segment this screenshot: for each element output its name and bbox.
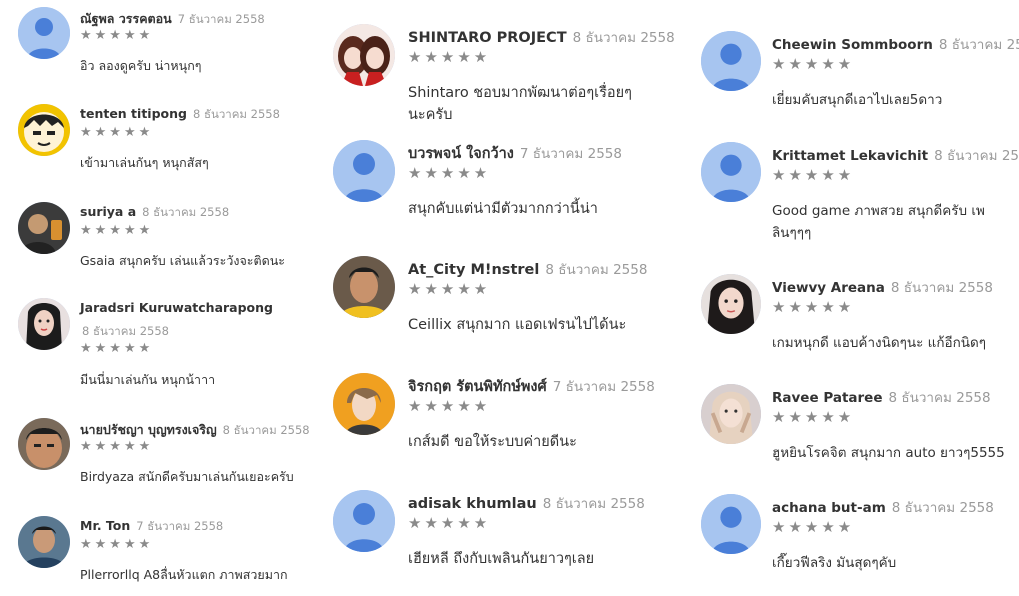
review-date: 8 ธันวาคม 2558 [890, 280, 993, 296]
star-rating: ★★★★★ [772, 518, 855, 536]
user-photo[interactable] [701, 274, 761, 334]
reviewer-name[interactable]: Krittamet Lekavichit8 ธันวาคม 2558 [772, 144, 1019, 166]
reviewer-name[interactable]: Cheewin Sommboorn8 ธันวาคม 2558 [772, 33, 1019, 55]
review-date: 7 ธันวาคม 2558 [136, 519, 224, 533]
review-text: เยี่ยมคับสนุกดีเอาไปเลย5ดาว [772, 92, 943, 108]
review-date: 7 ธันวาคม 2558 [177, 12, 265, 26]
reviewer-name[interactable]: Viewvy Areana 8 ธันวาคม 2558 [772, 276, 993, 298]
review-text: Pllerrorllq A8ลื่นหัวแตก ภาพสวยมาก [80, 567, 288, 582]
review-text: Birdyaza สนักดีครับมาเล่นกันเยอะครับ [80, 469, 294, 484]
review-date: 8 ธันวาคม 2558 [934, 148, 1019, 164]
star-rating: ★★★★★ [408, 280, 491, 298]
default-avatar-icon[interactable] [701, 494, 761, 554]
reviewer-name[interactable]: adisak khumlau 8 ธันวาคม 2558 [408, 492, 645, 514]
reviewer-name[interactable]: Jaradsri Kuruwatcharapong [80, 300, 273, 315]
anime-avatar-photo[interactable] [333, 24, 395, 86]
star-rating: ★★★★★ [772, 166, 855, 184]
user-photo[interactable] [18, 202, 70, 254]
user-photo[interactable] [333, 373, 395, 435]
review-text: เกี๊ยวฟีลริง มันสุดๆคับ [772, 555, 897, 571]
review-date: 8 ธันวาคม 2558 [542, 496, 645, 512]
reviewer-name[interactable]: จิรกฤต รัตนพิทักษ์พงศ์ 7 ธันวาคม 2558 [408, 375, 655, 398]
reviewer-name[interactable]: suriya a8 ธันวาคม 2558 [80, 204, 229, 222]
review-date-line: 8 ธันวาคม 2558 [80, 323, 169, 341]
default-avatar-icon[interactable] [18, 7, 70, 59]
reviewer-name[interactable]: At_City M!nstrel 8 ธันวาคม 2558 [408, 258, 647, 280]
user-photo[interactable] [18, 298, 70, 350]
star-rating: ★★★★★ [408, 397, 491, 415]
star-rating: ★★★★★ [80, 439, 154, 454]
star-rating: ★★★★★ [772, 408, 855, 426]
star-rating: ★★★★★ [80, 341, 154, 356]
star-rating: ★★★★★ [772, 55, 855, 73]
review-text: Ceillix สนุกมาก แอดเฟรนไปได้นะ [408, 317, 627, 333]
review-date: 7 ธันวาคม 2558 [552, 379, 655, 395]
review-text: สนุกคับแต่น่ามีตัวมากกว่านี้น่า [408, 201, 598, 217]
review-text: Shintaro ชอบมากพัฒนาต่อๆเรื่อยๆนะครับ [408, 85, 632, 123]
review-date: 8 ธันวาคม 2558 [938, 37, 1019, 53]
star-rating: ★★★★★ [408, 48, 491, 66]
review-date: 8 ธันวาคม 2558 [222, 423, 310, 437]
star-rating: ★★★★★ [80, 223, 154, 238]
star-rating: ★★★★★ [772, 298, 855, 316]
review-text: Gsaia สนุกครับ เล่นแล้วระวังจะติดนะ [80, 253, 285, 268]
review-date: 7 ธันวาคม 2558 [519, 146, 622, 162]
review-text: เฮียหลี ถึงกับเพลินกันยาวๆเลย [408, 551, 595, 567]
user-photo[interactable] [18, 516, 70, 568]
review-text: อิว ลองดูครับ น่าหนุกๆ [80, 58, 202, 73]
default-avatar-icon[interactable] [333, 490, 395, 552]
default-avatar-icon[interactable] [701, 31, 761, 91]
review-date: 8 ธันวาคม 2558 [192, 107, 280, 121]
review-date: 8 ธันวาคม 2558 [82, 324, 169, 338]
review-text: Good game ภาพสวย สนุกดีครับ เพลินๆๆๆ [772, 203, 985, 241]
user-photo[interactable] [18, 418, 70, 470]
review-date: 8 ธันวาคม 2558 [545, 262, 648, 278]
star-rating: ★★★★★ [408, 514, 491, 532]
default-avatar-icon[interactable] [701, 142, 761, 202]
cartoon-avatar-photo[interactable] [18, 104, 70, 156]
review-date: 8 ธันวาคม 2558 [891, 500, 994, 516]
star-rating: ★★★★★ [408, 164, 491, 182]
star-rating: ★★★★★ [80, 537, 154, 552]
reviewer-name[interactable]: SHINTARO PROJECT 8 ธันวาคม 2558 [408, 26, 675, 48]
review-text: เกมหนุกดี แอบค้างนิดๆนะ แก้อีกนิดๆ [772, 335, 987, 351]
review-text: มีนนี่มาเล่นกัน หนุกน้าาา [80, 372, 216, 387]
default-avatar-icon[interactable] [333, 140, 395, 202]
review-text: เกส์มดี ขอให้ระบบค่ายดีนะ [408, 434, 577, 450]
review-date: 8 ธันวาคม 2558 [142, 205, 230, 219]
review-date: 8 ธันวาคม 2558 [888, 390, 991, 406]
reviewer-name[interactable]: นายปรัชญา บุญทรงเจริญ 8 ธันวาคม 2558 [80, 420, 310, 440]
reviewer-name[interactable]: achana but-am 8 ธันวาคม 2558 [772, 496, 994, 518]
review-text: ฮูหยินโรคจิต สนุกมาก auto ยาวๆ5555 [772, 445, 1005, 461]
reviewer-name[interactable]: Mr. Ton 7 ธันวาคม 2558 [80, 518, 223, 536]
reviewer-name[interactable]: tenten titipong 8 ธันวาคม 2558 [80, 106, 280, 124]
star-rating: ★★★★★ [80, 125, 154, 140]
reviewer-name[interactable]: ณัฐพล วรรคตอน 7 ธันวาคม 2558 [80, 9, 265, 29]
user-photo[interactable] [333, 256, 395, 318]
review-text: เข้ามาเล่นกันๆ หนุกสัสๆ [80, 155, 209, 170]
review-date: 8 ธันวาคม 2558 [572, 30, 675, 46]
reviewer-name[interactable]: Ravee Pataree 8 ธันวาคม 2558 [772, 386, 991, 408]
star-rating: ★★★★★ [80, 28, 154, 43]
reviewer-name[interactable]: บวรพจน์ ใจกว้าง 7 ธันวาคม 2558 [408, 142, 622, 165]
user-photo[interactable] [701, 384, 761, 444]
